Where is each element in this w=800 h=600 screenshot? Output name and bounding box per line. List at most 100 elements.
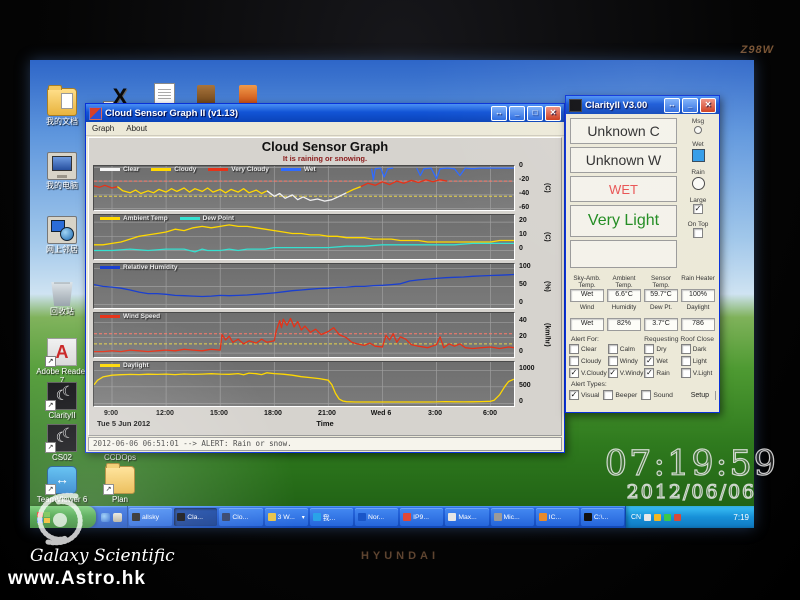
reading-Humidity: Humidity 82% — [607, 304, 641, 331]
checkbox[interactable] — [603, 390, 613, 400]
side-item-Msg[interactable]: Msg — [680, 118, 716, 134]
taskbar-button-3 W...[interactable]: 3 W...▾ — [265, 508, 308, 526]
y-axis-ticks: 100500 — [515, 263, 541, 309]
maximize-button[interactable]: □ — [527, 106, 543, 121]
tray-icon[interactable] — [674, 514, 681, 521]
desktop-icon-网上邻居[interactable]: 网上邻居 — [34, 216, 90, 254]
desktop-icon-回收站[interactable]: 回收站 — [34, 280, 90, 316]
alert-checkbox-Cloudy[interactable]: Cloudy — [569, 356, 607, 366]
taskbar-button-我...[interactable]: 我... — [310, 508, 353, 526]
alert-checkbox-Calm[interactable]: Calm — [608, 344, 644, 354]
taskbar-button-Cla...[interactable]: Cla... — [174, 508, 217, 526]
alert-checkbox-Wet[interactable]: ✓Wet — [644, 356, 679, 366]
checkbox[interactable] — [569, 344, 579, 354]
cloud-window-titlebar[interactable]: Cloud Sensor Graph II (v1.13) ↔ _ □ ✕ — [86, 104, 564, 122]
checkbox[interactable] — [693, 228, 703, 238]
resize-button[interactable]: ↔ — [491, 106, 507, 121]
alert-type-Beeper[interactable]: Beeper — [603, 390, 637, 400]
alert-checkbox-V.Cloudy[interactable]: ✓V.Cloudy — [569, 368, 607, 378]
alert-checkbox-V.Light[interactable]: V.Light — [681, 368, 716, 378]
minimize-button[interactable]: _ — [682, 98, 698, 113]
taskbar-button-Nor...[interactable]: Nor... — [355, 508, 398, 526]
taskbar-button-IC...[interactable]: IC... — [536, 508, 579, 526]
legend-item: Cloudy — [151, 166, 196, 173]
rain-indicator-icon — [692, 177, 705, 190]
checkbox[interactable] — [681, 344, 691, 354]
alert-checkbox-Dark[interactable]: Dark — [681, 344, 716, 354]
desktop-icon-label: ClarityII — [34, 411, 90, 420]
clarity-titlebar[interactable]: ClarityII V3.00 ↔ _ ✕ — [566, 96, 719, 114]
side-item-Large[interactable]: Large✓ — [680, 197, 716, 214]
side-item-On Top[interactable]: On Top — [680, 221, 716, 238]
desktop-icon-ClarityII[interactable]: ClarityII — [34, 382, 90, 420]
alert-checkbox-Rain[interactable]: ✓Rain — [644, 368, 679, 378]
tray-icon[interactable] — [644, 514, 651, 521]
status-box-3: Very Light — [570, 205, 677, 237]
taskbar-button-Max...[interactable]: Max... — [445, 508, 488, 526]
checkbox[interactable] — [608, 344, 618, 354]
checkbox[interactable]: ✓ — [608, 368, 618, 378]
desktop-icon-我的电脑[interactable]: 我的电脑 — [34, 152, 90, 190]
alert-checkbox-Dry[interactable]: Dry — [644, 344, 679, 354]
taskbar-button-C:\...[interactable]: C:\... — [581, 508, 624, 526]
chart-panel-4: Daylight 10005000 — [93, 361, 561, 407]
alert-checkbox-V.Windy[interactable]: ✓V.Windy — [608, 368, 644, 378]
y-axis-ticks: 10005000 — [515, 361, 541, 407]
checkbox[interactable] — [681, 356, 691, 366]
legend-swatch — [208, 168, 228, 171]
language-indicator[interactable]: CN — [631, 514, 641, 521]
side-item-Rain[interactable]: Rain — [680, 169, 716, 190]
alert-checkbox-Light[interactable]: Light — [681, 356, 716, 366]
plot-area[interactable]: Wind Speed — [93, 312, 515, 358]
checkbox[interactable]: ✓ — [693, 204, 703, 214]
checkbox[interactable] — [608, 356, 618, 366]
taskbar-button-Mic...[interactable]: Mic... — [491, 508, 534, 526]
taskbar-button-allsky[interactable]: allsky — [129, 508, 172, 526]
alert-type-Visual[interactable]: ✓Visual — [569, 390, 599, 400]
reading-Dew Pt.: Dew Pt. 3.7°C — [644, 304, 678, 331]
x-axis-ticks: 9:0012:0015:0018:0021:00Wed 63:006:00 — [93, 410, 513, 419]
checkbox[interactable] — [569, 356, 579, 366]
legend-swatch — [100, 168, 120, 171]
plot-area[interactable]: Daylight — [93, 361, 515, 407]
tray-icon[interactable] — [664, 514, 671, 521]
checkbox[interactable] — [644, 344, 654, 354]
setup-button[interactable]: Setup — [685, 391, 716, 400]
checkbox[interactable]: ✓ — [569, 390, 579, 400]
y-axis-unit — [541, 361, 553, 407]
computer-icon — [47, 152, 77, 180]
alert-type-Sound[interactable]: Sound — [641, 390, 673, 400]
legend-item: Wet — [281, 166, 316, 173]
close-button[interactable]: ✕ — [700, 98, 716, 113]
checkbox[interactable]: ✓ — [644, 356, 654, 366]
checkbox[interactable] — [641, 390, 651, 400]
app-icon — [89, 107, 102, 120]
side-item-Wet[interactable]: Wet — [680, 141, 716, 162]
plot-area[interactable]: ClearCloudyVery CloudyWet — [93, 165, 515, 211]
minimize-button[interactable]: _ — [509, 106, 525, 121]
checkbox[interactable] — [681, 368, 691, 378]
alert-checkbox-Clear[interactable]: Clear — [569, 344, 607, 354]
side-indicators: Msg Wet Rain Large✓ On Top — [680, 118, 716, 271]
resize-button[interactable]: ↔ — [664, 98, 680, 113]
checkbox[interactable]: ✓ — [644, 368, 654, 378]
desktop-icon-我的文档[interactable]: 我的文档 — [34, 88, 90, 126]
recycle-icon — [48, 280, 76, 306]
show-desktop-icon[interactable] — [113, 513, 122, 522]
plot-area[interactable]: Relative Humidity — [93, 263, 515, 309]
taskbar-button-IP9...[interactable]: IP9... — [400, 508, 443, 526]
alert-checkbox-Windy[interactable]: Windy — [608, 356, 644, 366]
taskbar-button-Clo...[interactable]: Clo... — [219, 508, 262, 526]
checkbox[interactable]: ✓ — [569, 368, 579, 378]
plot-area[interactable]: Ambient TempDew Point — [93, 214, 515, 260]
internet-explorer-icon[interactable] — [101, 513, 110, 522]
watermark-url: www.Astro.hk — [8, 568, 146, 590]
desktop-icon-Plan[interactable]: Plan — [92, 466, 148, 504]
tray-icon[interactable] — [654, 514, 661, 521]
desktop-icon-Adobe Reader 7[interactable]: Adobe Reader 7 — [34, 338, 90, 385]
desktop-icon-CS02[interactable]: CS02 — [34, 424, 90, 462]
cloud-sensor-window: Cloud Sensor Graph II (v1.13) ↔ _ □ ✕ Gr… — [85, 103, 565, 453]
close-button[interactable]: ✕ — [545, 106, 561, 121]
menu-graph[interactable]: Graph — [92, 124, 114, 133]
menu-about[interactable]: About — [126, 124, 147, 133]
